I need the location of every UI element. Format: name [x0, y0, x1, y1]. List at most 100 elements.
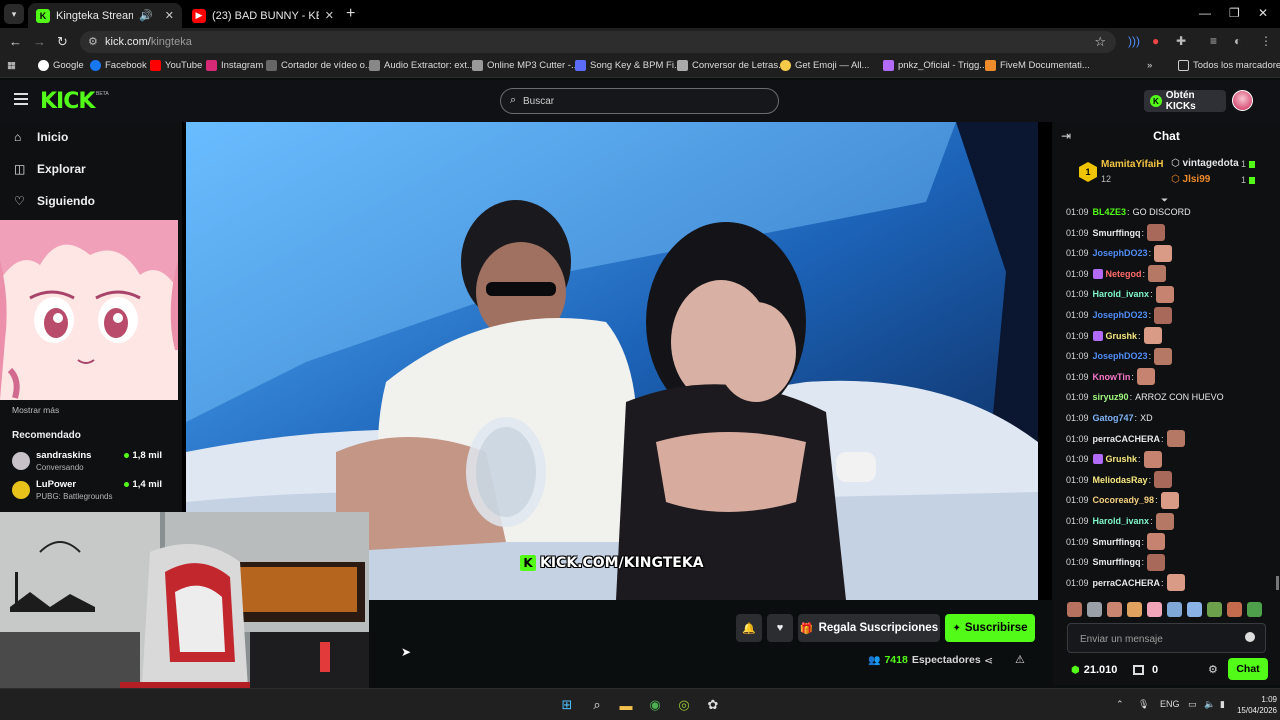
- bookmark-mp3-cutter[interactable]: Online MP3 Cutter -...: [472, 60, 579, 71]
- message-username[interactable]: JosephDO23: [1093, 310, 1148, 320]
- clock[interactable]: 1:09 15/04/2026: [1235, 694, 1277, 716]
- bookmark-youtube[interactable]: YouTube: [150, 60, 202, 71]
- bookmark-star-icon[interactable]: ☆: [1094, 34, 1106, 50]
- emote-icon[interactable]: [1207, 602, 1222, 617]
- bookmark-fivem[interactable]: FiveM Documentati...: [985, 60, 1090, 71]
- emote-icon[interactable]: [1147, 602, 1162, 617]
- emote-icon[interactable]: [1107, 602, 1122, 617]
- message-username[interactable]: Smurffingq: [1093, 537, 1141, 547]
- kick-logo[interactable]: KICK: [40, 89, 95, 114]
- all-bookmarks[interactable]: Todos los marcadores: [1178, 60, 1280, 71]
- bookmark-song-key[interactable]: Song Key & BPM Fi...: [575, 60, 682, 71]
- volume-icon[interactable]: 🔈: [1204, 699, 1215, 710]
- emote-icon[interactable]: [1127, 602, 1142, 617]
- message-username[interactable]: Netegod: [1106, 269, 1142, 279]
- tab-search-icon[interactable]: ▾: [4, 4, 24, 24]
- apps-icon[interactable]: ▦: [7, 60, 16, 71]
- message-username[interactable]: perraCACHERA: [1093, 434, 1161, 444]
- message-username[interactable]: perraCACHERA: [1093, 578, 1161, 588]
- close-tab-icon[interactable]: ✕: [325, 9, 334, 22]
- app-icon[interactable]: ✿: [704, 696, 722, 714]
- bookmark-get-emoji[interactable]: Get Emoji — All...: [780, 60, 869, 71]
- extensions-puzzle-icon[interactable]: ✚: [1176, 34, 1186, 48]
- menu-icon[interactable]: [14, 93, 28, 108]
- battery-icon[interactable]: ▮: [1220, 699, 1225, 710]
- restore-icon[interactable]: ❐: [1229, 6, 1240, 20]
- bookmark-facebook[interactable]: Facebook: [90, 60, 147, 71]
- notification-bell-button[interactable]: 🔔: [736, 614, 762, 642]
- tab-youtube[interactable]: ▶ (23) BAD BUNNY - KETU TeCRÉ ✕: [184, 3, 342, 28]
- subscribe-button[interactable]: ✦ Suscribirse: [945, 614, 1035, 642]
- gift-subscriptions-button[interactable]: 🎁 Regala Suscripciones: [798, 614, 940, 642]
- recommended-channel[interactable]: LuPower PUBG: Battlegrounds 1,4 mil: [12, 479, 162, 505]
- close-tab-icon[interactable]: ✕: [165, 9, 174, 22]
- message-username[interactable]: BL4ZE3: [1093, 207, 1127, 217]
- get-kicks-button[interactable]: K Obtén KICKs: [1144, 90, 1226, 112]
- chat-settings-icon[interactable]: ⚙: [1208, 663, 1218, 676]
- back-icon[interactable]: ←: [9, 34, 22, 49]
- channel-points[interactable]: ⬢ 21.010: [1071, 664, 1117, 676]
- message-username[interactable]: Gatog747: [1093, 413, 1134, 423]
- top-gifter-name[interactable]: MamitaYifaiH: [1101, 159, 1163, 170]
- bookmark-pnkz[interactable]: pnkz_Oficial - Trigg...: [883, 60, 987, 71]
- bookmark-audio-extractor[interactable]: Audio Extractor: ext...: [369, 60, 475, 71]
- omnibox[interactable]: ⚙ kick.com/kingteka ☆: [80, 31, 1116, 53]
- message-username[interactable]: Smurffingq: [1093, 557, 1141, 567]
- user-avatar[interactable]: [1232, 90, 1253, 111]
- minimize-icon[interactable]: —: [1199, 6, 1211, 20]
- speaker-icon[interactable]: 🔊: [139, 9, 153, 22]
- message-username[interactable]: siryuz90: [1093, 392, 1129, 402]
- emote-icon[interactable]: [1227, 602, 1242, 617]
- gifter-name[interactable]: ⬡ Jlsi99: [1171, 174, 1210, 185]
- message-username[interactable]: JosephDO23: [1093, 248, 1148, 258]
- reload-icon[interactable]: ↻: [57, 34, 68, 50]
- bookmarks-overflow-icon[interactable]: »: [1147, 60, 1152, 71]
- more-menu-icon[interactable]: ⋮: [1260, 34, 1272, 48]
- forward-icon[interactable]: →: [33, 34, 46, 49]
- nav-explorar[interactable]: ◫ Explorar: [14, 162, 86, 176]
- message-username[interactable]: Harold_ivanx: [1093, 516, 1150, 526]
- emoji-picker-icon[interactable]: [1245, 632, 1255, 642]
- search-input[interactable]: [523, 93, 763, 109]
- message-username[interactable]: Harold_ivanx: [1093, 289, 1150, 299]
- close-window-icon[interactable]: ✕: [1258, 6, 1268, 20]
- gifter-name[interactable]: ⬡ vintagedota: [1171, 158, 1239, 169]
- file-explorer-icon[interactable]: ▬: [617, 696, 635, 714]
- message-username[interactable]: Grushk: [1106, 454, 1138, 464]
- bookmark-video-cutter[interactable]: Cortador de vídeo o...: [266, 60, 373, 71]
- extension-icon[interactable]: ))): [1128, 34, 1140, 48]
- site-info-icon[interactable]: ⚙: [88, 35, 98, 48]
- media-icon[interactable]: ≡: [1210, 34, 1217, 48]
- message-username[interactable]: KnowTin: [1093, 372, 1131, 382]
- chat-send-button[interactable]: Chat: [1228, 658, 1268, 680]
- bookmark-instagram[interactable]: Instagram: [206, 60, 263, 71]
- recommended-channel[interactable]: sandraskins Conversando 1,8 mil: [12, 450, 162, 476]
- tab-kick[interactable]: K Kingteka Stream - Watch Li 🔊 ✕: [28, 3, 182, 28]
- bookmark-google[interactable]: Google: [38, 60, 84, 71]
- gift-box-count[interactable]: 0: [1133, 664, 1158, 676]
- bookmark-conversor[interactable]: Conversor de Letras...: [677, 60, 786, 71]
- chrome-icon[interactable]: ◉: [646, 696, 664, 714]
- tray-overflow-icon[interactable]: ⌃: [1116, 699, 1124, 710]
- report-warning-icon[interactable]: ⚠: [1015, 653, 1025, 666]
- search-icon[interactable]: ⌕: [588, 696, 606, 714]
- new-tab-icon[interactable]: +: [346, 5, 355, 23]
- language-indicator[interactable]: ENG: [1160, 699, 1180, 709]
- emote-icon[interactable]: [1087, 602, 1102, 617]
- emote-icon[interactable]: [1167, 602, 1182, 617]
- app-icon[interactable]: ◎: [675, 696, 693, 714]
- extension-icon[interactable]: ●: [1152, 34, 1159, 48]
- windows-start-icon[interactable]: ⊞: [558, 696, 576, 714]
- emote-icon[interactable]: [1067, 602, 1082, 617]
- profile-icon[interactable]: ◐: [1234, 34, 1241, 48]
- message-username[interactable]: Grushk: [1106, 331, 1138, 341]
- follow-heart-button[interactable]: ♥: [767, 614, 793, 642]
- message-username[interactable]: MeliodasRay: [1093, 475, 1148, 485]
- microphone-icon[interactable]: 🎙: [1138, 699, 1149, 710]
- nav-inicio[interactable]: ⌂ Inicio: [14, 130, 68, 144]
- share-icon[interactable]: ⋖: [984, 654, 993, 667]
- chat-scrollbar[interactable]: [1276, 576, 1279, 590]
- network-icon[interactable]: ▭: [1188, 699, 1197, 710]
- chat-message-input[interactable]: [1080, 631, 1240, 647]
- message-username[interactable]: JosephDO23: [1093, 351, 1148, 361]
